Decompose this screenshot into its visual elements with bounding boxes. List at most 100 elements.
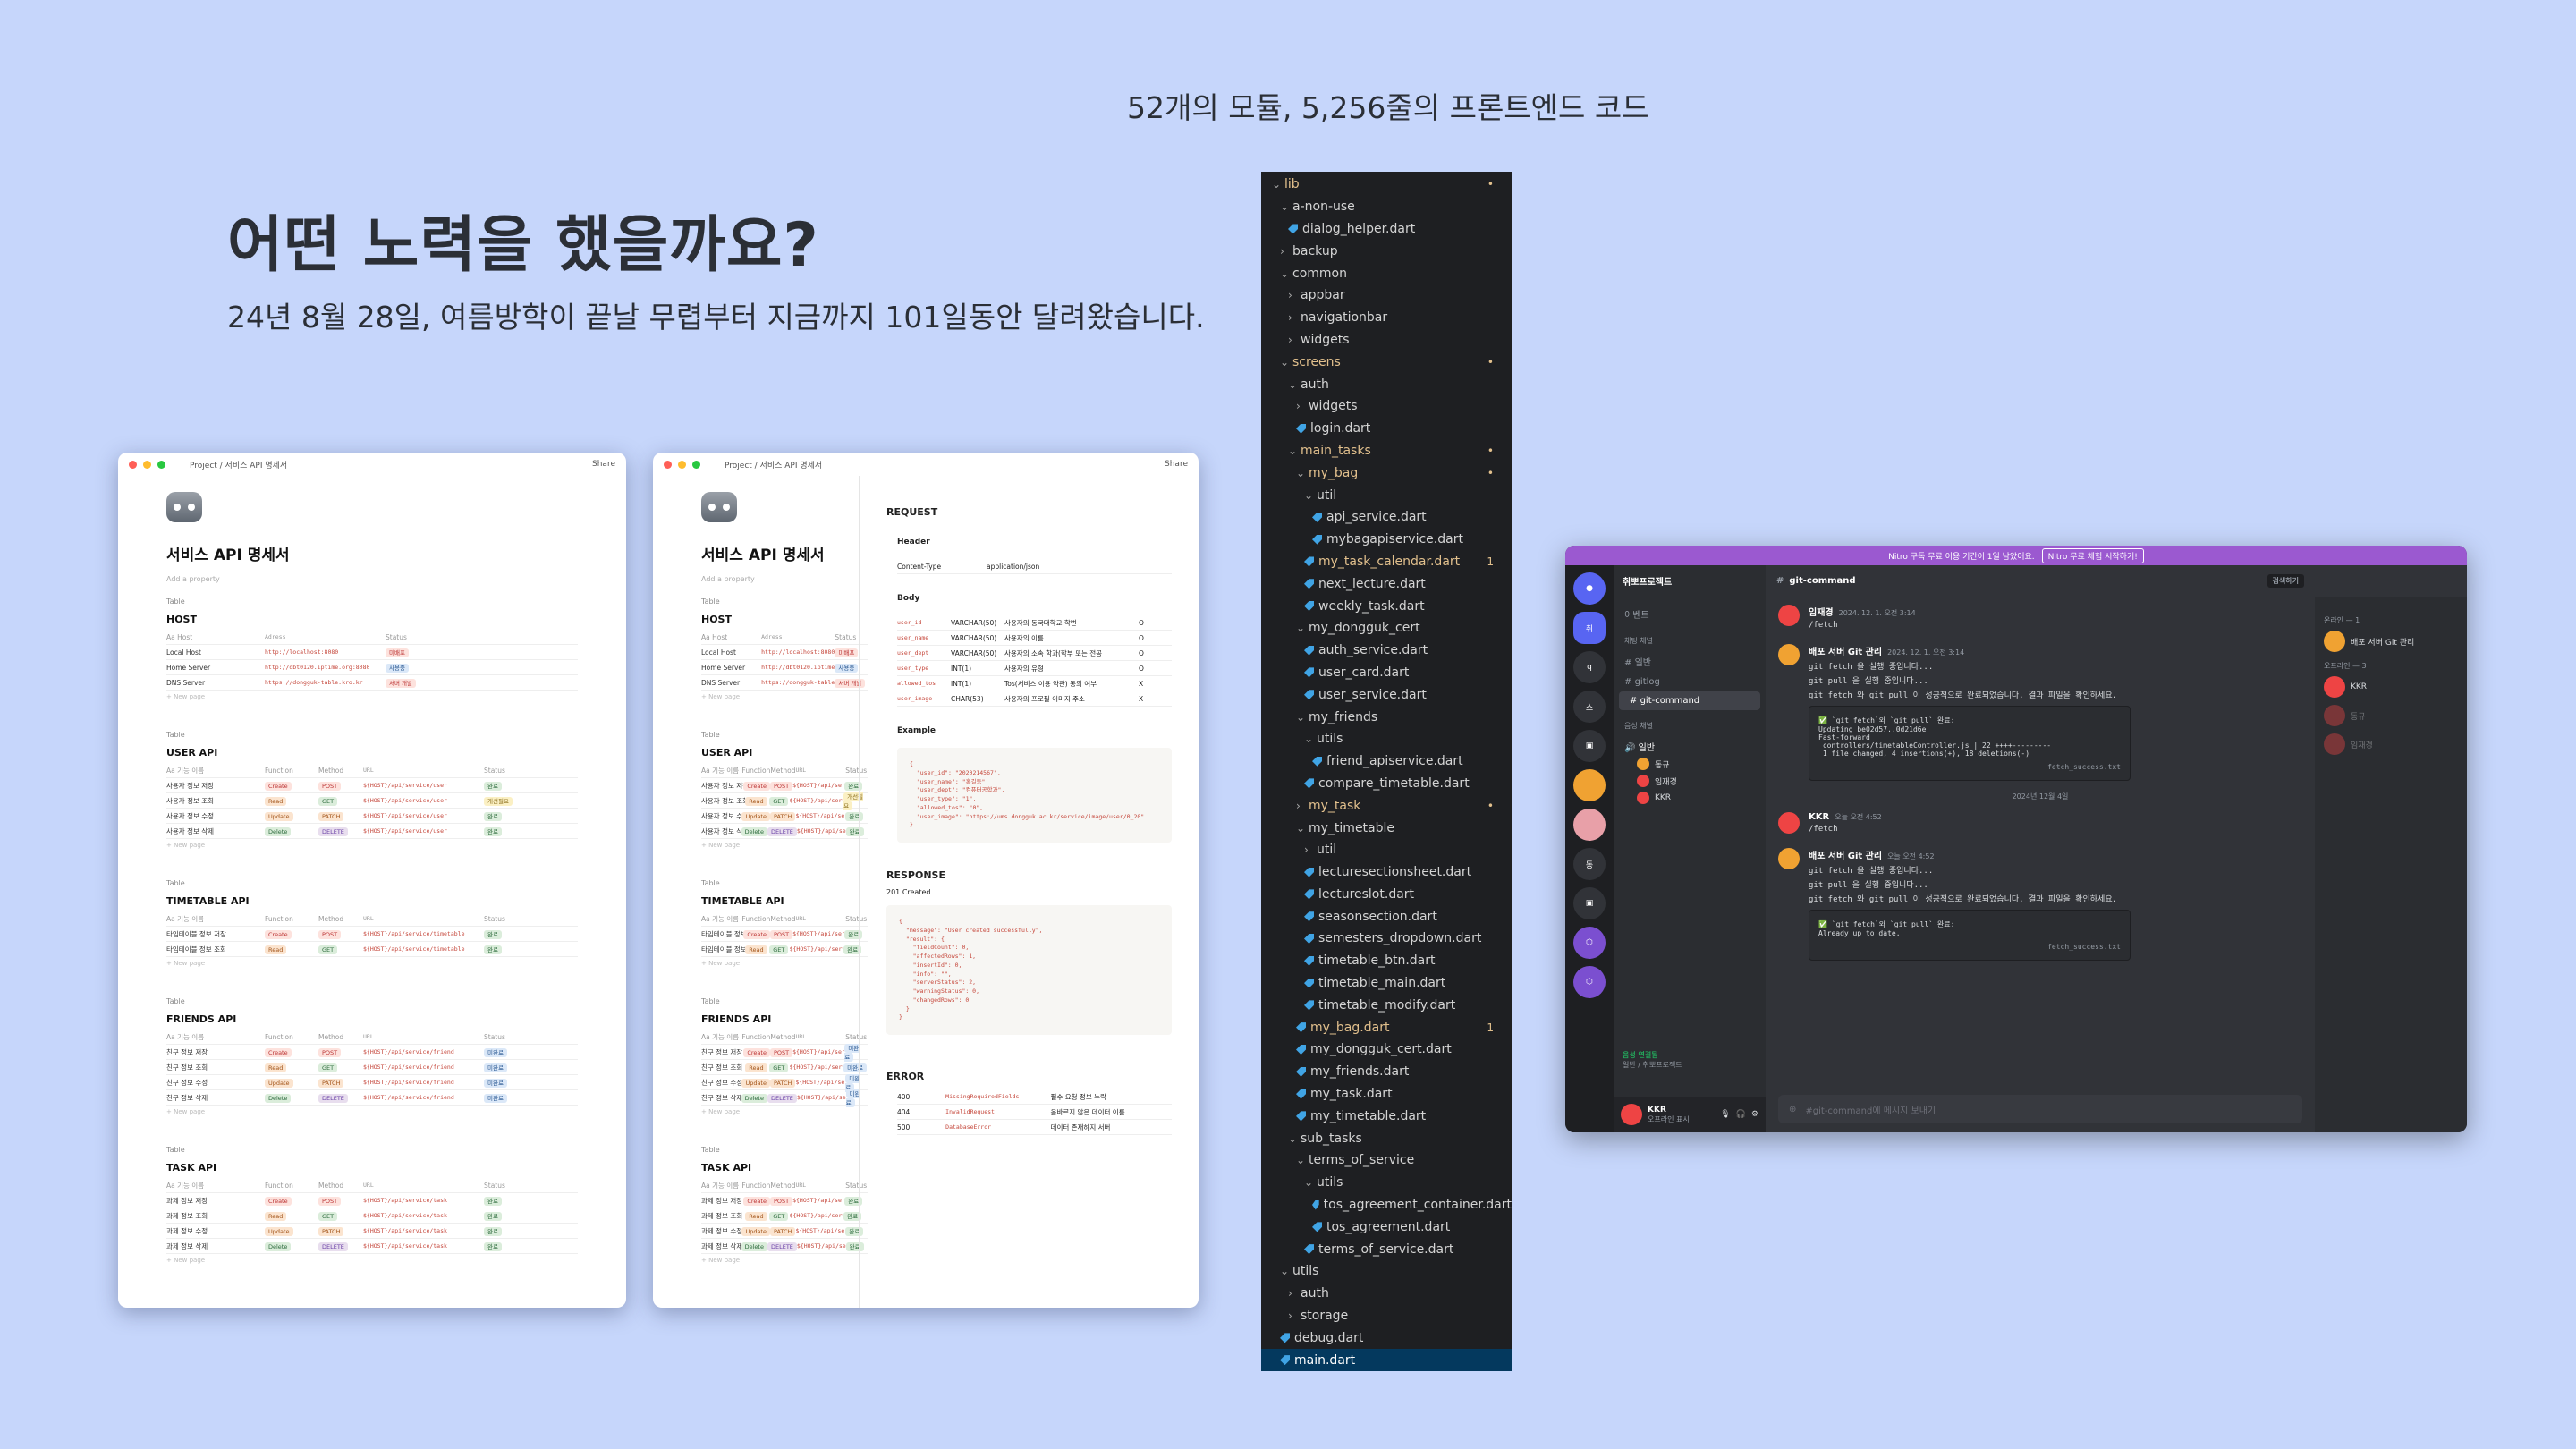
table-row[interactable]: 타임테이블 정보 저장CreatePOST${HOST}/api/service…	[701, 927, 868, 942]
server-icon[interactable]: 취	[1573, 612, 1606, 644]
explorer-item[interactable]: › widgets	[1261, 329, 1512, 352]
table-row[interactable]: 사용자 정보 조회ReadGET${HOST}/api/service/user…	[166, 793, 578, 809]
explorer-item[interactable]: lectureslot.dart	[1261, 884, 1512, 906]
server-icon[interactable]: ⬡	[1573, 927, 1606, 959]
explorer-item[interactable]: › widgets	[1261, 395, 1512, 418]
server-icon[interactable]: 동	[1573, 848, 1606, 880]
explorer-item[interactable]: › appbar	[1261, 284, 1512, 307]
explorer-item[interactable]: › navigationbar	[1261, 307, 1512, 329]
folder-icon[interactable]: ▣	[1573, 887, 1606, 919]
author-name[interactable]: 배포 서버 Git 관리	[1809, 852, 1882, 861]
member-item[interactable]: KKR	[2324, 676, 2458, 698]
voice-user[interactable]: KKR	[1614, 792, 1766, 804]
table-row[interactable]: 과제 정보 삭제DeleteDELETE${HOST}/api/service/…	[701, 1239, 868, 1254]
new-page-button[interactable]: + New page	[701, 842, 868, 849]
file-name[interactable]: fetch_success.txt	[1818, 763, 2121, 771]
headphone-icon[interactable]: 🎧	[1736, 1110, 1746, 1119]
table-row[interactable]: 타임테이블 정보 저장CreatePOST${HOST}/api/service…	[166, 927, 578, 942]
table-row[interactable]: DNS Serverhttps://dongguk-table.kro.kr서버…	[701, 675, 868, 691]
mic-icon[interactable]: 🎙	[1720, 1110, 1730, 1119]
table-row[interactable]: 타임테이블 정보 조회ReadGET${HOST}/api/service/ti…	[166, 942, 578, 957]
table-row[interactable]: 과제 정보 수정UpdatePATCH${HOST}/api/service/t…	[701, 1224, 868, 1239]
table-row[interactable]: 과제 정보 조회 Read GET ${HOST}/api/service/task 완…	[166, 1208, 578, 1224]
server-icon[interactable]: 스	[1573, 691, 1606, 723]
server-icon[interactable]: ⬡	[1573, 966, 1606, 998]
explorer-item[interactable]: my_timetable.dart	[1261, 1105, 1512, 1127]
avatar[interactable]	[1778, 848, 1800, 869]
table-row[interactable]: 친구 정보 수정UpdatePATCH${HOST}/api/service/f…	[166, 1075, 578, 1090]
avatar[interactable]	[1621, 1104, 1642, 1125]
table-row[interactable]: 친구 정보 수정UpdatePATCH${HOST}/api/service/f…	[701, 1074, 868, 1092]
minimize-dot[interactable]	[678, 460, 686, 469]
nitro-trial-button[interactable]: Nitro 무료 체험 시작하기!	[2041, 547, 2144, 564]
explorer-item[interactable]: ⌄ util	[1261, 484, 1512, 506]
explorer-item[interactable]: dialog_helper.dart	[1261, 218, 1512, 241]
explorer-item[interactable]: timetable_modify.dart	[1261, 994, 1512, 1016]
table-row[interactable]: 친구 정보 조회ReadGET${HOST}/api/service/frien…	[701, 1060, 868, 1075]
member-item[interactable]: 배포 서버 Git 관리	[2324, 631, 2458, 652]
new-page-button[interactable]: + New page	[166, 960, 578, 967]
explorer-item[interactable]: next_lecture.dart	[1261, 572, 1512, 595]
explorer-item[interactable]: › auth	[1261, 1283, 1512, 1305]
explorer-item[interactable]: › my_task •	[1261, 794, 1512, 817]
explorer-item[interactable]: ⌄ utils	[1261, 1172, 1512, 1194]
explorer-item[interactable]: › util	[1261, 839, 1512, 861]
table-row[interactable]: 사용자 정보 수정UpdatePATCH${HOST}/api/service/…	[701, 809, 868, 824]
voice-category[interactable]: 음성 채널	[1614, 710, 1766, 735]
explorer-item[interactable]: mybagapiservice.dart	[1261, 529, 1512, 551]
explorer-item[interactable]: ⌄ screens •	[1261, 351, 1512, 373]
member-item[interactable]: 동규	[2324, 705, 2458, 726]
server-icon[interactable]	[1573, 809, 1606, 841]
explorer-item[interactable]: ⌄ sub_tasks	[1261, 1127, 1512, 1149]
explorer-item[interactable]: ⌄ utils	[1261, 1260, 1512, 1283]
author-name[interactable]: KKR	[1809, 812, 1829, 822]
explorer-item[interactable]: login.dart	[1261, 418, 1512, 440]
member-item[interactable]: 임재경	[2324, 733, 2458, 755]
table-row[interactable]: Home Server http://dbt0120.iptime.org:808…	[166, 660, 578, 675]
author-name[interactable]: 배포 서버 Git 관리	[1809, 648, 1882, 657]
add-property[interactable]: Add a property	[701, 575, 868, 583]
file-name[interactable]: fetch_success.txt	[1818, 943, 2121, 951]
channel-item[interactable]: # 일반	[1614, 650, 1766, 673]
explorer-item[interactable]: ⌄ terms_of_service	[1261, 1149, 1512, 1172]
voice-channel[interactable]: 🔊 일반	[1614, 735, 1766, 758]
text-category[interactable]: 채팅 채널	[1614, 625, 1766, 650]
explorer-item[interactable]: ⌄ my_dongguk_cert	[1261, 617, 1512, 640]
explorer-item[interactable]: ⌄ utils	[1261, 728, 1512, 750]
explorer-item[interactable]: tos_agreement_container.dart	[1261, 1194, 1512, 1216]
file-preview[interactable]: ✅ `git fetch`와 `git pull` 완료: Updating b…	[1809, 706, 2131, 781]
explorer-item[interactable]: my_friends.dart	[1261, 1061, 1512, 1083]
table-row[interactable]: 사용자 정보 조회ReadGET${HOST}/api/service/user…	[701, 792, 868, 810]
maximize-dot[interactable]	[692, 460, 700, 469]
explorer-item[interactable]: user_card.dart	[1261, 662, 1512, 684]
new-page-button[interactable]: + New page	[701, 693, 868, 700]
add-icon[interactable]: ⊕	[1789, 1105, 1796, 1114]
explorer-item[interactable]: ⌄ lib •	[1261, 174, 1512, 196]
table-row[interactable]: 친구 정보 삭제DeleteDELETE${HOST}/api/service/…	[701, 1089, 868, 1107]
explorer-item[interactable]: my_dongguk_cert.dart	[1261, 1038, 1512, 1061]
discord-home-icon[interactable]: ●	[1573, 572, 1606, 605]
explorer-item[interactable]: terms_of_service.dart	[1261, 1238, 1512, 1260]
explorer-item[interactable]: api_service.dart	[1261, 506, 1512, 529]
server-icon[interactable]: q	[1573, 651, 1606, 683]
explorer-item[interactable]: user_service.dart	[1261, 683, 1512, 706]
explorer-item[interactable]: ⌄ main_tasks •	[1261, 440, 1512, 462]
table-row[interactable]: 타임테이블 정보 조회ReadGET${HOST}/api/service/ti…	[701, 942, 868, 957]
server-icon[interactable]	[1573, 769, 1606, 801]
gear-icon[interactable]: ⚙	[1751, 1110, 1758, 1119]
explorer-item[interactable]: ⌄ common	[1261, 262, 1512, 284]
author-name[interactable]: 임재경	[1809, 608, 1834, 618]
explorer-item[interactable]: timetable_btn.dart	[1261, 950, 1512, 972]
new-page-button[interactable]: + New page	[701, 1257, 868, 1264]
table-row[interactable]: Home Server http://dbt0120.iptime.org:808…	[701, 660, 868, 675]
share-button[interactable]: Share	[592, 460, 615, 469]
close-dot[interactable]	[664, 460, 672, 469]
table-row[interactable]: Local Host http://localhost:8080 미배포	[701, 645, 868, 660]
table-row[interactable]: Local Host http://localhost:8080 미배포	[166, 645, 578, 660]
table-row[interactable]: DNS Serverhttps://dongguk-table.kro.kr서버…	[166, 675, 578, 691]
folder-icon[interactable]: ▣	[1573, 730, 1606, 762]
explorer-item[interactable]: tos_agreement.dart	[1261, 1216, 1512, 1238]
explorer-item[interactable]: compare_timetable.dart	[1261, 773, 1512, 795]
avatar[interactable]	[1778, 812, 1800, 834]
new-page-button[interactable]: + New page	[166, 1108, 578, 1115]
